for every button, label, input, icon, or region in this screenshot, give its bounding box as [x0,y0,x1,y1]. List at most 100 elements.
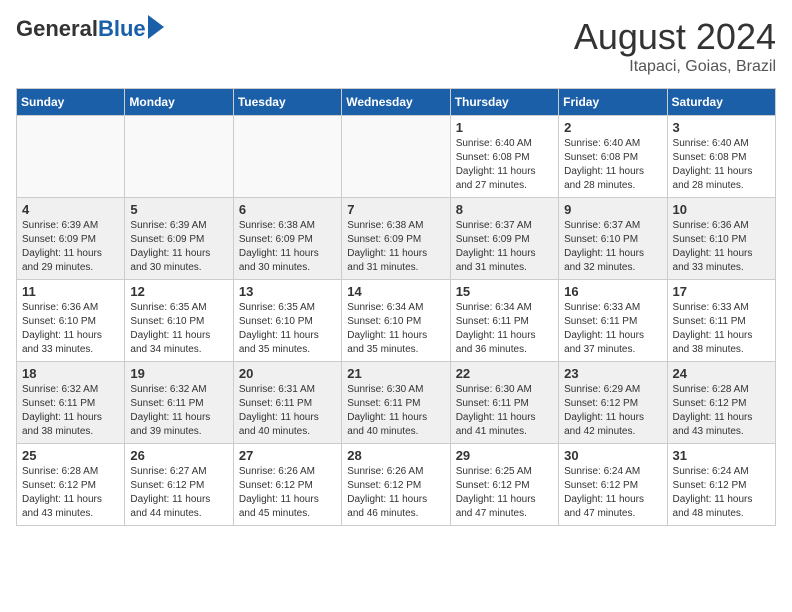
week-row-1: 1 Sunrise: 6:40 AMSunset: 6:08 PMDaylight… [17,116,776,198]
day-info: Sunrise: 6:38 AMSunset: 6:09 PMDaylight:… [347,219,444,275]
empty-cell [125,116,233,198]
month-year-title: August 2024 [574,16,776,58]
day-info: Sunrise: 6:32 AMSunset: 6:11 PMDaylight:… [130,383,227,439]
week-row-4: 18 Sunrise: 6:32 AMSunset: 6:11 PMDayligh… [17,362,776,444]
day-cell-15: 15Sunrise: 6:34 AMSunset: 6:11 PMDayligh… [450,280,558,362]
day-info: Sunrise: 6:28 AMSunset: 6:12 PMDaylight:… [22,465,119,521]
day-info: Sunrise: 6:24 AMSunset: 6:12 PMDaylight:… [564,465,661,521]
day-info: Sunrise: 6:27 AMSunset: 6:12 PMDaylight:… [130,465,227,521]
day-cell-24: 24Sunrise: 6:28 AMSunset: 6:12 PMDayligh… [667,362,775,444]
day-cell-29: 29 Sunrise: 6:25 AMSunset: 6:12 PMDayligh… [450,444,558,526]
day-cell-18: 18Sunrise: 6:32 AMSunset: 6:11 PMDayligh… [17,362,125,444]
day-info: Sunrise: 6:28 AMSunset: 6:12 PMDaylight:… [673,383,770,439]
day-info: Sunrise: 6:36 AMSunset: 6:10 PMDaylight:… [22,301,119,357]
day-number: 6 [239,202,336,217]
day-info: Sunrise: 6:33 AMSunset: 6:11 PMDaylight:… [673,301,770,357]
day-number: 4 [22,202,119,217]
day-number: 16 [564,284,661,299]
empty-cell [342,116,450,198]
day-cell-6: 6 Sunrise: 6:38 AMSunset: 6:09 PMDaylight… [233,198,341,280]
day-number: 10 [673,202,770,217]
day-info: Sunrise: 6:34 AMSunset: 6:10 PMDaylight:… [347,301,444,357]
day-number: 12 [130,284,227,299]
day-info: Sunrise: 6:33 AMSunset: 6:11 PMDaylight:… [564,301,661,357]
page-header: General Blue August 2024 Itapaci, Goias,… [16,16,776,76]
weekday-header-thursday: Thursday [450,89,558,116]
day-cell-2: 2 Sunrise: 6:40 AMSunset: 6:08 PMDaylight… [559,116,667,198]
day-cell-8: 8 Sunrise: 6:37 AMSunset: 6:09 PMDaylight… [450,198,558,280]
day-number: 13 [239,284,336,299]
day-cell-11: 11 Sunrise: 6:36 AMSunset: 6:10 PMDayligh… [17,280,125,362]
calendar-table: SundayMondayTuesdayWednesdayThursdayFrid… [16,88,776,526]
weekday-header-wednesday: Wednesday [342,89,450,116]
day-info: Sunrise: 6:37 AMSunset: 6:09 PMDaylight:… [456,219,553,275]
day-info: Sunrise: 6:30 AMSunset: 6:11 PMDaylight:… [456,383,553,439]
day-info: Sunrise: 6:40 AMSunset: 6:08 PMDaylight:… [564,137,661,193]
day-cell-17: 17 Sunrise: 6:33 AMSunset: 6:11 PMDayligh… [667,280,775,362]
day-cell-16: 16 Sunrise: 6:33 AMSunset: 6:11 PMDayligh… [559,280,667,362]
weekday-header-sunday: Sunday [17,89,125,116]
empty-cell [233,116,341,198]
day-number: 18 [22,366,119,381]
day-cell-12: 12 Sunrise: 6:35 AMSunset: 6:10 PMDayligh… [125,280,233,362]
day-info: Sunrise: 6:30 AMSunset: 6:11 PMDaylight:… [347,383,444,439]
day-info: Sunrise: 6:40 AMSunset: 6:08 PMDaylight:… [456,137,553,193]
day-info: Sunrise: 6:38 AMSunset: 6:09 PMDaylight:… [239,219,336,275]
logo-arrow-icon [148,15,164,39]
day-info: Sunrise: 6:39 AMSunset: 6:09 PMDaylight:… [130,219,227,275]
day-number: 8 [456,202,553,217]
day-number: 7 [347,202,444,217]
day-number: 30 [564,448,661,463]
day-info: Sunrise: 6:24 AMSunset: 6:12 PMDaylight:… [673,465,770,521]
day-info: Sunrise: 6:35 AMSunset: 6:10 PMDaylight:… [239,301,336,357]
day-number: 1 [456,120,553,135]
day-cell-4: 4Sunrise: 6:39 AMSunset: 6:09 PMDaylight… [17,198,125,280]
empty-cell [17,116,125,198]
day-cell-14: 14 Sunrise: 6:34 AMSunset: 6:10 PMDayligh… [342,280,450,362]
day-cell-21: 21 Sunrise: 6:30 AMSunset: 6:11 PMDayligh… [342,362,450,444]
day-cell-5: 5 Sunrise: 6:39 AMSunset: 6:09 PMDaylight… [125,198,233,280]
day-number: 27 [239,448,336,463]
day-number: 17 [673,284,770,299]
day-info: Sunrise: 6:35 AMSunset: 6:10 PMDaylight:… [130,301,227,357]
day-number: 11 [22,284,119,299]
day-cell-7: 7 Sunrise: 6:38 AMSunset: 6:09 PMDaylight… [342,198,450,280]
day-cell-13: 13 Sunrise: 6:35 AMSunset: 6:10 PMDayligh… [233,280,341,362]
day-number: 15 [456,284,553,299]
day-cell-1: 1 Sunrise: 6:40 AMSunset: 6:08 PMDaylight… [450,116,558,198]
weekday-header-friday: Friday [559,89,667,116]
day-number: 3 [673,120,770,135]
day-cell-27: 27 Sunrise: 6:26 AMSunset: 6:12 PMDayligh… [233,444,341,526]
day-info: Sunrise: 6:25 AMSunset: 6:12 PMDaylight:… [456,465,553,521]
weekday-header-monday: Monday [125,89,233,116]
day-number: 28 [347,448,444,463]
day-cell-26: 26Sunrise: 6:27 AMSunset: 6:12 PMDayligh… [125,444,233,526]
day-number: 21 [347,366,444,381]
day-number: 14 [347,284,444,299]
day-info: Sunrise: 6:26 AMSunset: 6:12 PMDaylight:… [239,465,336,521]
day-number: 31 [673,448,770,463]
weekday-header-row: SundayMondayTuesdayWednesdayThursdayFrid… [17,89,776,116]
logo: General Blue [16,16,164,42]
title-block: August 2024 Itapaci, Goias, Brazil [574,16,776,76]
day-cell-22: 22 Sunrise: 6:30 AMSunset: 6:11 PMDayligh… [450,362,558,444]
day-number: 29 [456,448,553,463]
day-cell-30: 30 Sunrise: 6:24 AMSunset: 6:12 PMDayligh… [559,444,667,526]
day-cell-19: 19Sunrise: 6:32 AMSunset: 6:11 PMDayligh… [125,362,233,444]
day-info: Sunrise: 6:29 AMSunset: 6:12 PMDaylight:… [564,383,661,439]
day-number: 9 [564,202,661,217]
location-subtitle: Itapaci, Goias, Brazil [574,58,776,76]
day-number: 5 [130,202,227,217]
day-number: 22 [456,366,553,381]
week-row-3: 11 Sunrise: 6:36 AMSunset: 6:10 PMDayligh… [17,280,776,362]
day-cell-28: 28 Sunrise: 6:26 AMSunset: 6:12 PMDayligh… [342,444,450,526]
day-number: 23 [564,366,661,381]
weekday-header-saturday: Saturday [667,89,775,116]
day-cell-23: 23 Sunrise: 6:29 AMSunset: 6:12 PMDayligh… [559,362,667,444]
day-info: Sunrise: 6:26 AMSunset: 6:12 PMDaylight:… [347,465,444,521]
day-number: 25 [22,448,119,463]
week-row-5: 25 Sunrise: 6:28 AMSunset: 6:12 PMDayligh… [17,444,776,526]
day-cell-20: 20Sunrise: 6:31 AMSunset: 6:11 PMDayligh… [233,362,341,444]
day-number: 2 [564,120,661,135]
day-cell-25: 25 Sunrise: 6:28 AMSunset: 6:12 PMDayligh… [17,444,125,526]
